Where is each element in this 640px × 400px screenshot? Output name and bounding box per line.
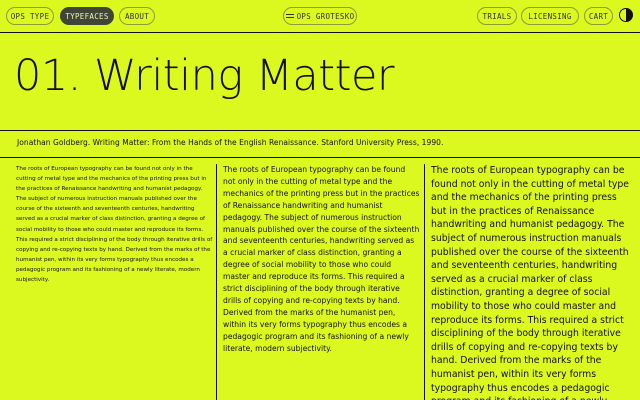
nav-trials[interactable]: TRIALS bbox=[477, 7, 517, 25]
top-nav: OPS TYPE TYPEFACES ABOUT OPS GROTESKO TR… bbox=[0, 0, 640, 34]
nav-licensing[interactable]: LICENSING bbox=[521, 7, 579, 25]
divider bbox=[0, 130, 640, 131]
specimen-column-small: The roots of European typography can be … bbox=[16, 166, 213, 284]
divider bbox=[0, 157, 640, 158]
citation: Jonathan Goldberg. Writing Matter: From … bbox=[17, 138, 444, 147]
theme-toggle-icon[interactable] bbox=[619, 8, 633, 22]
typeface-menu-label: OPS GROTESKO bbox=[296, 11, 355, 21]
nav-about[interactable]: ABOUT bbox=[119, 7, 155, 25]
nav-ops-type[interactable]: OPS TYPE bbox=[6, 7, 54, 25]
divider bbox=[0, 32, 640, 33]
column-divider bbox=[424, 164, 425, 400]
nav-typefaces[interactable]: TYPEFACES bbox=[60, 7, 114, 25]
nav-cart[interactable]: CART bbox=[584, 7, 613, 25]
column-divider bbox=[216, 164, 217, 400]
typeface-menu-button[interactable]: OPS GROTESKO bbox=[283, 7, 357, 25]
specimen-column-medium: The roots of European typography can be … bbox=[223, 165, 420, 353]
menu-icon bbox=[285, 12, 294, 20]
specimen-column-large: The roots of European typography can be … bbox=[431, 165, 630, 400]
page-title: 01. Writing Matter bbox=[14, 51, 395, 101]
page: OPS TYPE TYPEFACES ABOUT OPS GROTESKO TR… bbox=[0, 0, 640, 400]
